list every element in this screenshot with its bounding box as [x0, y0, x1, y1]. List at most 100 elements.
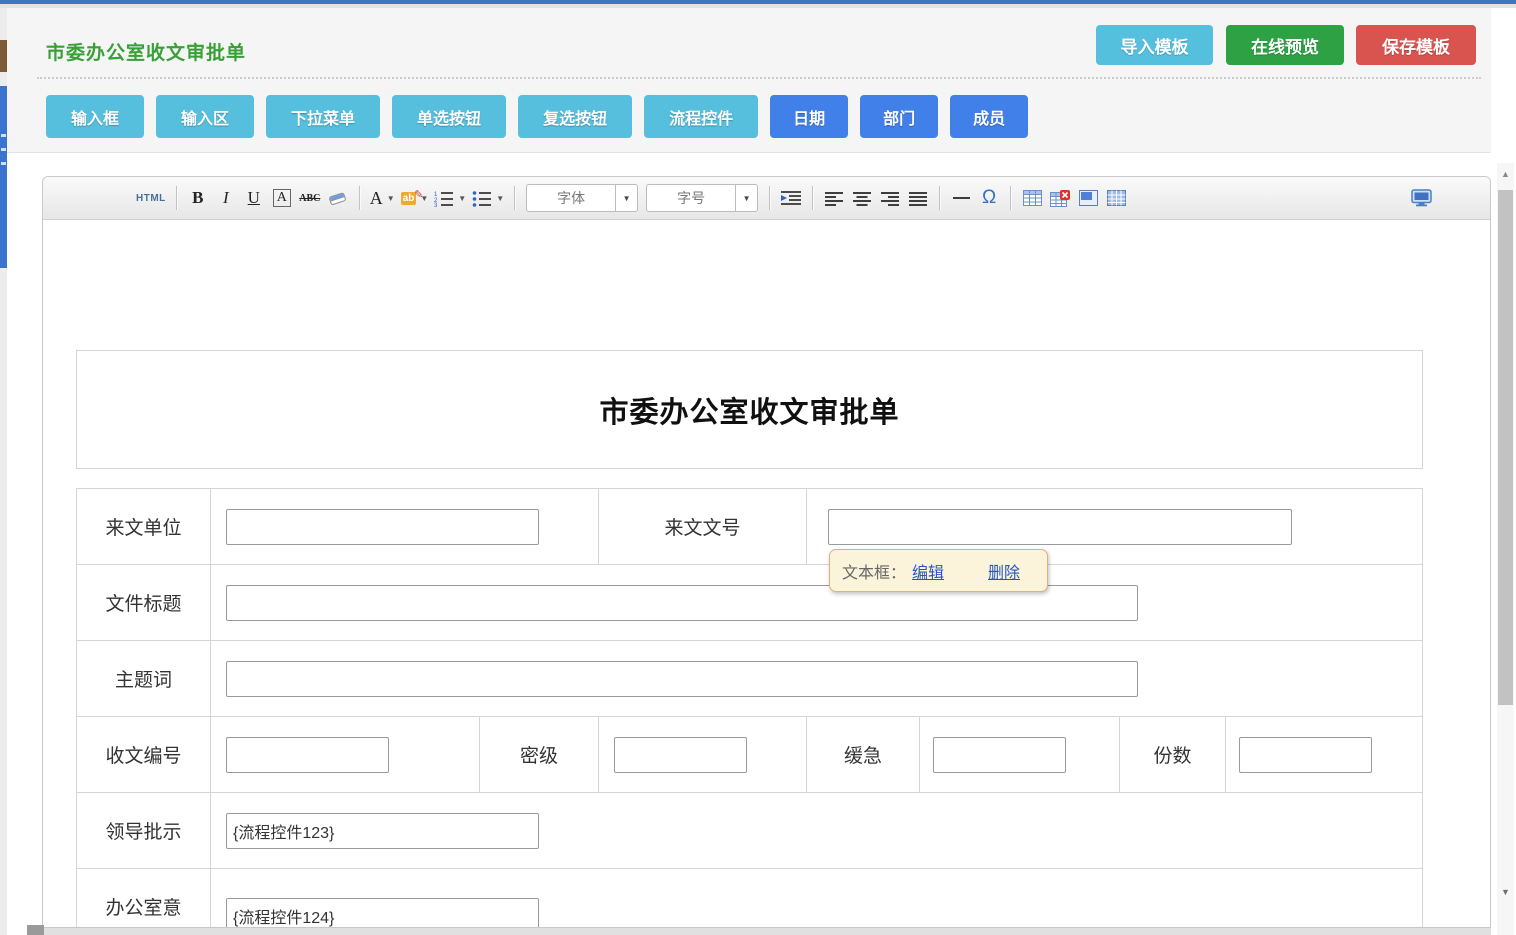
- secrecy-input[interactable]: [614, 737, 747, 773]
- keyword-input[interactable]: [226, 661, 1138, 697]
- add-radio-button[interactable]: 单选按钮: [392, 95, 506, 138]
- font-color-button[interactable]: A ▼: [368, 184, 397, 212]
- background-sliver-segment: [0, 40, 7, 72]
- chevron-down-icon: ▼: [387, 194, 395, 203]
- delete-table-button[interactable]: [1047, 184, 1073, 212]
- toolbar-separator: [939, 186, 940, 210]
- underline-button[interactable]: U: [241, 184, 267, 212]
- cell-properties-button[interactable]: [1075, 184, 1101, 212]
- special-char-button[interactable]: Ω: [976, 184, 1002, 212]
- source-unit-cell: [211, 489, 599, 564]
- vertical-scrollbar[interactable]: ▲ ▼: [1497, 163, 1514, 935]
- tooltip-label: 文本框：: [842, 559, 906, 583]
- ordered-list-icon: 1 2 3: [434, 190, 454, 207]
- online-preview-button[interactable]: 在线预览: [1226, 25, 1344, 65]
- boxed-a-icon: A: [273, 189, 291, 207]
- receipt-no-input[interactable]: [226, 737, 389, 773]
- leader-note-label: 领导批示: [77, 793, 211, 868]
- strikethrough-icon: ABC: [299, 193, 320, 204]
- font-size-select[interactable]: 字号 ▼: [646, 184, 758, 212]
- import-template-button[interactable]: 导入模板: [1096, 25, 1213, 65]
- font-family-select[interactable]: 字体 ▼: [526, 184, 638, 212]
- strikethrough-button[interactable]: ABC: [297, 184, 323, 212]
- monitor-icon: [1411, 189, 1432, 207]
- field-action-tooltip: 文本框： 编辑 删除: [829, 549, 1048, 592]
- editor-canvas[interactable]: 市委办公室收文审批单 来文单位 来文文号 文件标题: [43, 220, 1490, 928]
- html-source-icon: HTML: [136, 193, 166, 204]
- toolbar-separator: [359, 186, 360, 210]
- fullscreen-button[interactable]: [1408, 184, 1434, 212]
- underline-icon: U: [248, 188, 260, 208]
- urgency-cell: [920, 717, 1120, 792]
- text-border-button[interactable]: A: [269, 184, 295, 212]
- keyword-cell: [211, 641, 1422, 716]
- source-unit-input[interactable]: [226, 509, 539, 545]
- cell-properties-icon: [1079, 190, 1098, 206]
- form-table: 来文单位 来文文号 文件标题 主题词: [76, 488, 1423, 928]
- bold-icon: B: [192, 188, 203, 208]
- table-row: 文件标题: [77, 565, 1422, 641]
- urgency-label: 缓急: [807, 717, 920, 792]
- font-size-value: 字号: [647, 185, 735, 211]
- scrollbar-thumb[interactable]: [1498, 190, 1513, 705]
- add-dropdown-button[interactable]: 下拉菜单: [266, 95, 380, 138]
- panel-bottom-edge: [42, 928, 1491, 935]
- form-title: 市委办公室收文审批单: [599, 389, 899, 431]
- align-justify-button[interactable]: [905, 184, 931, 212]
- font-family-value: 字体: [527, 185, 615, 211]
- save-template-button[interactable]: 保存模板: [1356, 25, 1476, 65]
- add-input-box-button[interactable]: 输入框: [46, 95, 144, 138]
- highlight-color-button[interactable]: ab✎ ▼: [399, 184, 431, 212]
- doc-title-cell: [211, 565, 1422, 640]
- table-icon: [1023, 190, 1042, 206]
- office-opinion-input[interactable]: [226, 898, 539, 928]
- align-right-icon: [881, 191, 899, 206]
- scroll-down-arrow[interactable]: ▼: [1497, 885, 1514, 899]
- office-opinion-cell: [211, 869, 1422, 928]
- align-right-button[interactable]: [877, 184, 903, 212]
- add-member-button[interactable]: 成员: [950, 95, 1028, 138]
- table-properties-button[interactable]: [1103, 184, 1129, 212]
- insert-table-button[interactable]: [1019, 184, 1045, 212]
- add-checkbox-button[interactable]: 复选按钮: [518, 95, 632, 138]
- italic-button[interactable]: I: [213, 184, 239, 212]
- table-row: 主题词: [77, 641, 1422, 717]
- bold-button[interactable]: B: [185, 184, 211, 212]
- remove-format-button[interactable]: [325, 184, 351, 212]
- unordered-list-button[interactable]: ▼: [470, 184, 506, 212]
- svg-text:3: 3: [434, 203, 438, 207]
- chevron-down-icon: ▼: [735, 185, 757, 211]
- align-left-button[interactable]: [821, 184, 847, 212]
- receipt-no-cell: [211, 717, 480, 792]
- ordered-list-button[interactable]: 1 2 3 ▼: [432, 184, 468, 212]
- align-justify-icon: [909, 191, 927, 206]
- add-department-button[interactable]: 部门: [860, 95, 938, 138]
- highlight-icon: ab✎: [401, 192, 417, 205]
- unordered-list-icon: [472, 190, 492, 207]
- leader-note-cell: [211, 793, 1422, 868]
- background-page-sliver: [0, 8, 7, 935]
- align-center-button[interactable]: [849, 184, 875, 212]
- editor-toolbar: HTML B I U A ABC A: [43, 177, 1490, 220]
- source-code-button[interactable]: HTML: [134, 184, 168, 212]
- indent-button[interactable]: [778, 184, 804, 212]
- toolbar-separator: [514, 186, 515, 210]
- doc-no-input[interactable]: [828, 509, 1292, 545]
- form-title-cell: 市委办公室收文审批单: [76, 350, 1423, 469]
- scroll-up-arrow[interactable]: ▲: [1497, 167, 1514, 181]
- horizontal-rule-button[interactable]: [948, 184, 974, 212]
- align-left-icon: [825, 191, 843, 206]
- edit-field-link[interactable]: 编辑: [912, 559, 944, 583]
- leader-note-input[interactable]: [226, 813, 539, 849]
- office-opinion-label: 办公室意: [77, 869, 211, 928]
- doc-no-label: 来文文号: [599, 489, 807, 564]
- delete-field-link[interactable]: 删除: [988, 559, 1020, 583]
- table-row: 收文编号 密级 缓急 份数: [77, 717, 1422, 793]
- urgency-input[interactable]: [933, 737, 1066, 773]
- table-row: 领导批示: [77, 793, 1422, 869]
- copies-input[interactable]: [1239, 737, 1372, 773]
- add-date-button[interactable]: 日期: [770, 95, 848, 138]
- add-textarea-button[interactable]: 输入区: [156, 95, 254, 138]
- add-flow-control-button[interactable]: 流程控件: [644, 95, 758, 138]
- table-row: 办公室意: [77, 869, 1422, 928]
